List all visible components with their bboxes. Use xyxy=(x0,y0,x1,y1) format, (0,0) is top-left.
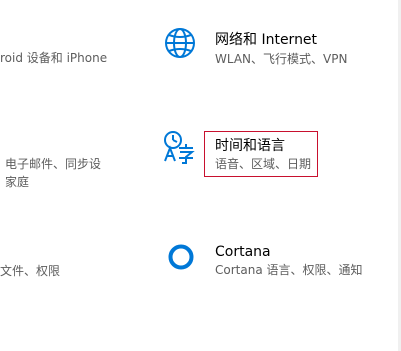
left-tile-desc-accounts-line1: 电子邮件、同步设 xyxy=(5,157,102,171)
tile-description: 语音、区域、日期 xyxy=(215,157,312,171)
tile-description: Cortana 语言、权限、通知 xyxy=(215,263,363,277)
time-language-icon xyxy=(160,128,200,168)
settings-tile-cortana[interactable]: Cortana Cortana 语言、权限、通知 xyxy=(160,237,390,293)
settings-tile-time-language[interactable]: 时间和语言 语音、区域、日期 xyxy=(160,128,390,184)
tile-title: 时间和语言 xyxy=(215,138,285,154)
left-tile-desc-accounts: 电子邮件、同步设 家庭 xyxy=(5,155,101,191)
left-tile-desc-phone: roid 设备和 iPhone xyxy=(0,51,108,65)
settings-tile-network[interactable]: 网络和 Internet WLAN、飞行模式、VPN xyxy=(160,27,390,83)
left-tile-desc-privacy: 文件、权限 xyxy=(0,264,61,278)
cortana-ring-icon xyxy=(160,237,200,277)
tile-description: WLAN、飞行模式、VPN xyxy=(215,52,348,66)
globe-icon xyxy=(160,27,200,67)
tile-title: 网络和 Internet xyxy=(215,32,318,48)
left-tile-desc-accounts-line2: 家庭 xyxy=(5,175,30,189)
tile-title: Cortana xyxy=(215,244,271,260)
